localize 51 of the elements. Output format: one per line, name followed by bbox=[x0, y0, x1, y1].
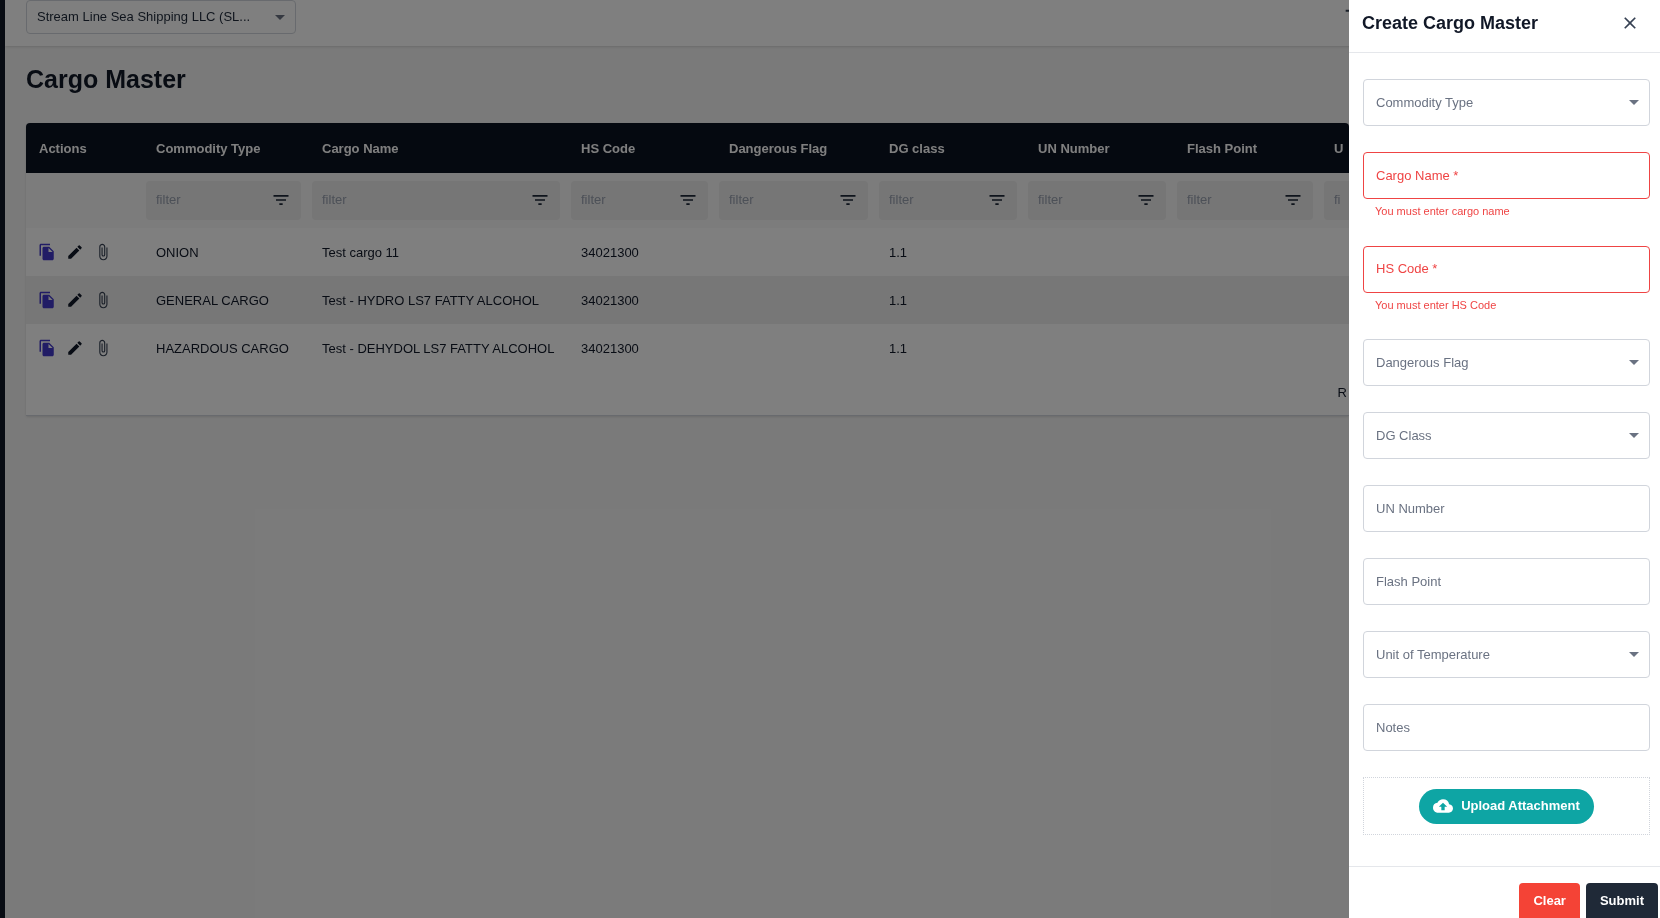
column-header: Dangerous Flag bbox=[729, 140, 828, 156]
caret-icon bbox=[1629, 652, 1639, 657]
table-cell: ONION bbox=[156, 244, 199, 260]
column-header: HS Code bbox=[581, 140, 636, 156]
submit-button[interactable]: Submit bbox=[1585, 883, 1658, 918]
column-header: DG class bbox=[889, 140, 945, 156]
edit-icon[interactable] bbox=[66, 338, 84, 357]
column-header: Actions bbox=[39, 140, 87, 156]
table-cell: 1.1 bbox=[889, 244, 908, 260]
error-message: You must enter HS Code bbox=[1374, 297, 1497, 313]
error-message: You must enter cargo name bbox=[1374, 204, 1510, 219]
table-cell: Test - DEHYDOL LS7 FATTY ALCOHOL bbox=[322, 340, 555, 356]
edit-icon[interactable] bbox=[66, 290, 84, 309]
table-cell: 34021300 bbox=[581, 244, 639, 260]
input-field[interactable]: Notes bbox=[1363, 704, 1650, 751]
edit-icon[interactable] bbox=[66, 242, 84, 261]
table-cell: GENERAL CARGO bbox=[156, 292, 269, 308]
select-field[interactable]: DG Class bbox=[1363, 412, 1650, 459]
column-header: Flash Point bbox=[1187, 140, 1258, 156]
copy-icon[interactable] bbox=[38, 290, 56, 309]
caret-icon bbox=[1629, 100, 1639, 105]
clear-button[interactable]: Clear bbox=[1519, 883, 1580, 918]
drawer-title: Create Cargo Master bbox=[1362, 11, 1539, 35]
table-cell: HAZARDOUS CARGO bbox=[156, 340, 289, 356]
caret-icon bbox=[1629, 360, 1639, 365]
table-cell: Test - HYDRO LS7 FATTY ALCOHOL bbox=[322, 292, 539, 308]
upload-button[interactable]: Upload Attachment bbox=[1419, 788, 1594, 824]
table-cell: 34021300 bbox=[581, 292, 639, 308]
copy-icon[interactable] bbox=[38, 338, 56, 357]
table-cell: 34021300 bbox=[581, 340, 639, 356]
upload-cloud-icon bbox=[1433, 796, 1454, 816]
select-field[interactable]: Commodity Type bbox=[1363, 79, 1650, 126]
input-field[interactable]: Cargo Name * bbox=[1363, 152, 1650, 199]
select-field[interactable]: Unit of Temperature bbox=[1363, 631, 1650, 678]
select-field[interactable]: Dangerous Flag bbox=[1363, 339, 1650, 386]
caret-icon bbox=[1629, 433, 1639, 438]
column-header: U bbox=[1334, 140, 1344, 156]
column-header: UN Number bbox=[1038, 140, 1110, 156]
footer-text: R bbox=[1337, 384, 1347, 403]
column-header: Cargo Name bbox=[322, 140, 399, 156]
input-field[interactable]: HS Code * bbox=[1363, 245, 1650, 293]
copy-icon[interactable] bbox=[38, 242, 56, 261]
page-title: Cargo Master bbox=[26, 64, 186, 95]
caret-icon bbox=[275, 14, 285, 20]
table-cell: 1.1 bbox=[889, 292, 908, 308]
table-cell: 1.1 bbox=[889, 340, 908, 356]
column-header: Commodity Type bbox=[156, 140, 261, 156]
table-cell: Test cargo 11 bbox=[322, 244, 400, 260]
input-field[interactable]: UN Number bbox=[1363, 485, 1650, 532]
input-field[interactable]: Flash Point bbox=[1363, 558, 1650, 605]
company-select[interactable]: Stream Line Sea Shipping LLC (SL... bbox=[26, 0, 296, 34]
